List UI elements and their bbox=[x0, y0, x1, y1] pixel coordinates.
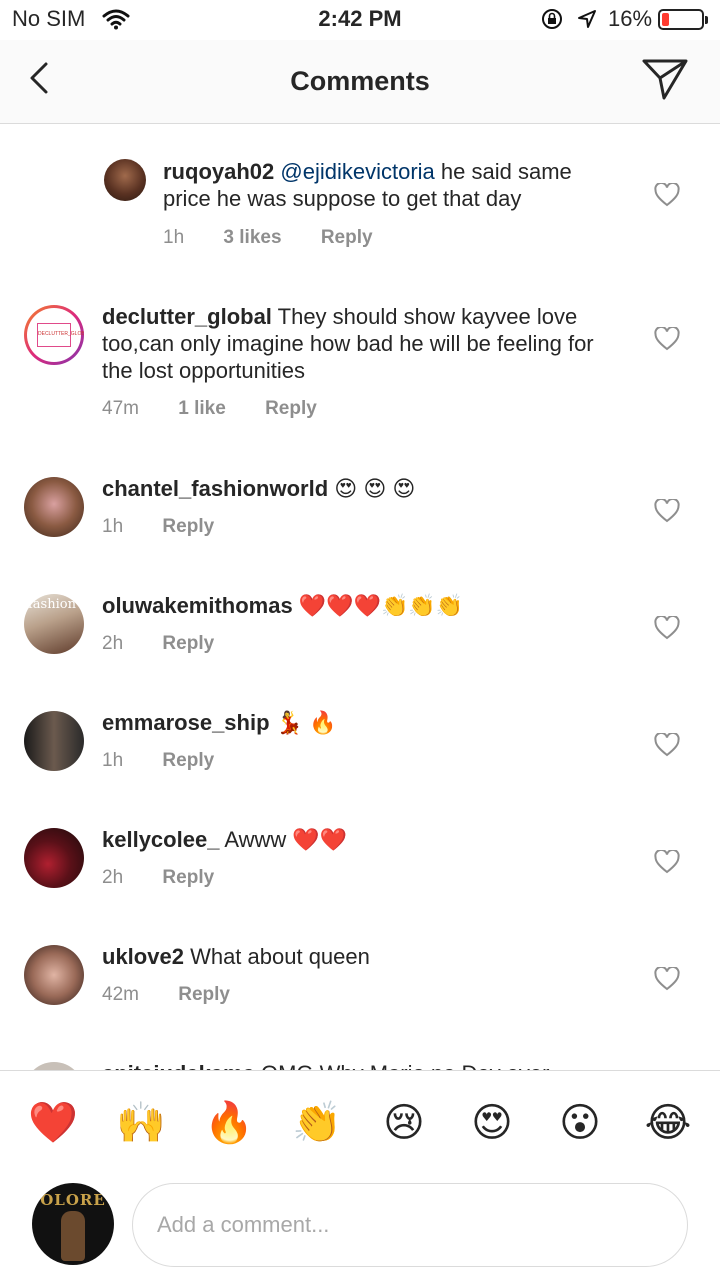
avatar[interactable] bbox=[24, 828, 84, 888]
page-title: Comments bbox=[290, 66, 430, 96]
comment-text: anitaiudakama OMG Why Mario no Dey ever bbox=[102, 1060, 622, 1070]
reply-button[interactable]: Reply bbox=[162, 867, 214, 888]
heart-icon[interactable] bbox=[654, 850, 680, 874]
comment-username[interactable]: oluwakemithomas bbox=[102, 593, 293, 618]
comment-likes[interactable]: 1 like bbox=[178, 398, 226, 419]
comment-text: ruqoyah02 @ejidikevictoria he said same … bbox=[163, 158, 623, 212]
reply-button[interactable]: Reply bbox=[162, 633, 214, 654]
my-avatar: OLORE bbox=[32, 1183, 114, 1265]
comment-body: 😍 😍 😍 bbox=[334, 476, 416, 501]
surprised-emoji-button[interactable]: 😮 bbox=[556, 1099, 604, 1147]
comment-meta: 1h 3 likes Reply bbox=[163, 227, 407, 249]
comment-username[interactable]: emmarose_ship bbox=[102, 710, 270, 735]
comment-username[interactable]: uklove2 bbox=[102, 944, 184, 969]
heart-icon[interactable] bbox=[654, 183, 680, 207]
comment-meta: 2h Reply bbox=[102, 633, 248, 655]
comment-text: kellycolee_ Awww ❤️❤️ bbox=[102, 826, 622, 853]
comment-time: 1h bbox=[102, 516, 124, 537]
comment-time: 1h bbox=[163, 227, 185, 248]
quick-emoji-bar: ❤️ 🙌 🔥 👏 😢 😍 😮 😂 bbox=[0, 1099, 720, 1149]
comment-likes[interactable]: 3 likes bbox=[223, 227, 281, 248]
comment-time: 2h bbox=[102, 867, 124, 888]
avatar[interactable]: fashion bbox=[24, 594, 84, 654]
heart-icon[interactable] bbox=[654, 499, 680, 523]
avatar[interactable]: DECLUTTER_GLOBAL bbox=[24, 305, 84, 365]
avatar-logo-text: OLORE bbox=[40, 1191, 106, 1209]
comment-mention[interactable]: @ejidikevictoria bbox=[280, 159, 434, 184]
comment-item: fashion oluwakemithomas ❤️❤️❤️👏👏👏 2h Rep… bbox=[0, 572, 720, 689]
heart-icon[interactable] bbox=[654, 616, 680, 640]
heart-eyes-emoji-button[interactable]: 😍 bbox=[468, 1099, 516, 1147]
comment-input[interactable] bbox=[132, 1183, 688, 1267]
comment-text: emmarose_ship 💃 🔥 bbox=[102, 709, 622, 736]
comment-username[interactable]: ruqoyah02 bbox=[163, 159, 274, 184]
crying-emoji-button[interactable]: 😢 bbox=[380, 1099, 428, 1147]
clap-emoji-button[interactable]: 👏 bbox=[292, 1099, 342, 1147]
comment-item: DECLUTTER_GLOBAL declutter_global They s… bbox=[0, 275, 720, 455]
rotation-lock-icon bbox=[542, 9, 562, 29]
raised-hands-emoji-button[interactable]: 🙌 bbox=[116, 1099, 166, 1147]
comment-time: 42m bbox=[102, 984, 139, 1005]
comment-text: chantel_fashionworld 😍 😍 😍 bbox=[102, 475, 622, 502]
location-icon bbox=[578, 10, 596, 28]
comment-username[interactable]: kellycolee_ bbox=[102, 827, 219, 852]
reply-button[interactable]: Reply bbox=[321, 227, 373, 248]
comment-item: emmarose_ship 💃 🔥 1h Reply bbox=[0, 689, 720, 806]
comment-meta: 2h Reply bbox=[102, 867, 248, 889]
comment-composer-bar: ❤️ 🙌 🔥 👏 😢 😍 😮 😂 OLORE bbox=[0, 1070, 720, 1280]
avatar-logo-text: DECLUTTER_GLOBAL bbox=[37, 323, 84, 347]
comment-body: What about queen bbox=[190, 944, 370, 969]
status-bar: No SIM 2:42 PM 16% bbox=[0, 0, 720, 40]
avatar-logo-text: fashion bbox=[28, 597, 76, 612]
heart-emoji-button[interactable]: ❤️ bbox=[28, 1099, 78, 1147]
comment-meta: 1h Reply bbox=[102, 750, 248, 772]
avatar[interactable] bbox=[104, 159, 146, 201]
comments-list[interactable]: ruqoyah02 @ejidikevictoria he said same … bbox=[0, 125, 720, 1070]
comment-username[interactable]: declutter_global bbox=[102, 304, 272, 329]
nav-header: Comments bbox=[0, 40, 720, 124]
comment-time: 2h bbox=[102, 633, 124, 654]
reply-button[interactable]: Reply bbox=[265, 398, 317, 419]
avatar[interactable] bbox=[24, 711, 84, 771]
comment-time: 47m bbox=[102, 398, 139, 419]
reply-button[interactable]: Reply bbox=[162, 750, 214, 771]
reply-button[interactable]: Reply bbox=[178, 984, 230, 1005]
heart-icon[interactable] bbox=[654, 733, 680, 757]
battery-percent: 16% bbox=[608, 6, 653, 31]
comment-item: anitaiudakama OMG Why Mario no Dey ever bbox=[0, 1040, 720, 1070]
comment-time: 1h bbox=[102, 750, 124, 771]
comment-body: ❤️❤️❤️👏👏👏 bbox=[298, 593, 464, 618]
battery-icon bbox=[658, 9, 708, 30]
comment-item: uklove2 What about queen 42m Reply bbox=[0, 923, 720, 1040]
laughing-emoji-button[interactable]: 😂 bbox=[644, 1099, 692, 1147]
avatar[interactable] bbox=[24, 945, 84, 1005]
comment-item: kellycolee_ Awww ❤️❤️ 2h Reply bbox=[0, 806, 720, 923]
direct-send-icon[interactable] bbox=[640, 56, 690, 102]
comment-meta: 42m Reply bbox=[102, 984, 264, 1006]
comment-text: oluwakemithomas ❤️❤️❤️👏👏👏 bbox=[102, 592, 622, 619]
comment-username[interactable]: chantel_fashionworld bbox=[102, 476, 328, 501]
comment-item: ruqoyah02 @ejidikevictoria he said same … bbox=[0, 125, 720, 275]
comment-item: chantel_fashionworld 😍 😍 😍 1h Reply bbox=[0, 455, 720, 572]
heart-icon[interactable] bbox=[654, 327, 680, 351]
comment-meta: 1h Reply bbox=[102, 516, 248, 538]
avatar[interactable] bbox=[24, 1062, 84, 1070]
comment-body: Awww ❤️❤️ bbox=[224, 827, 348, 852]
fire-emoji-button[interactable]: 🔥 bbox=[204, 1099, 254, 1147]
comment-text: declutter_global They should show kayvee… bbox=[102, 303, 622, 384]
comment-text: uklove2 What about queen bbox=[102, 943, 622, 970]
comment-meta: 47m 1 like Reply bbox=[102, 398, 351, 420]
comment-body: 💃 🔥 bbox=[275, 710, 337, 735]
comment-username[interactable]: anitaiudakama bbox=[102, 1061, 255, 1070]
heart-icon[interactable] bbox=[654, 967, 680, 991]
reply-button[interactable]: Reply bbox=[162, 516, 214, 537]
avatar[interactable] bbox=[24, 477, 84, 537]
comment-body: OMG Why Mario no Dey ever bbox=[261, 1061, 550, 1070]
